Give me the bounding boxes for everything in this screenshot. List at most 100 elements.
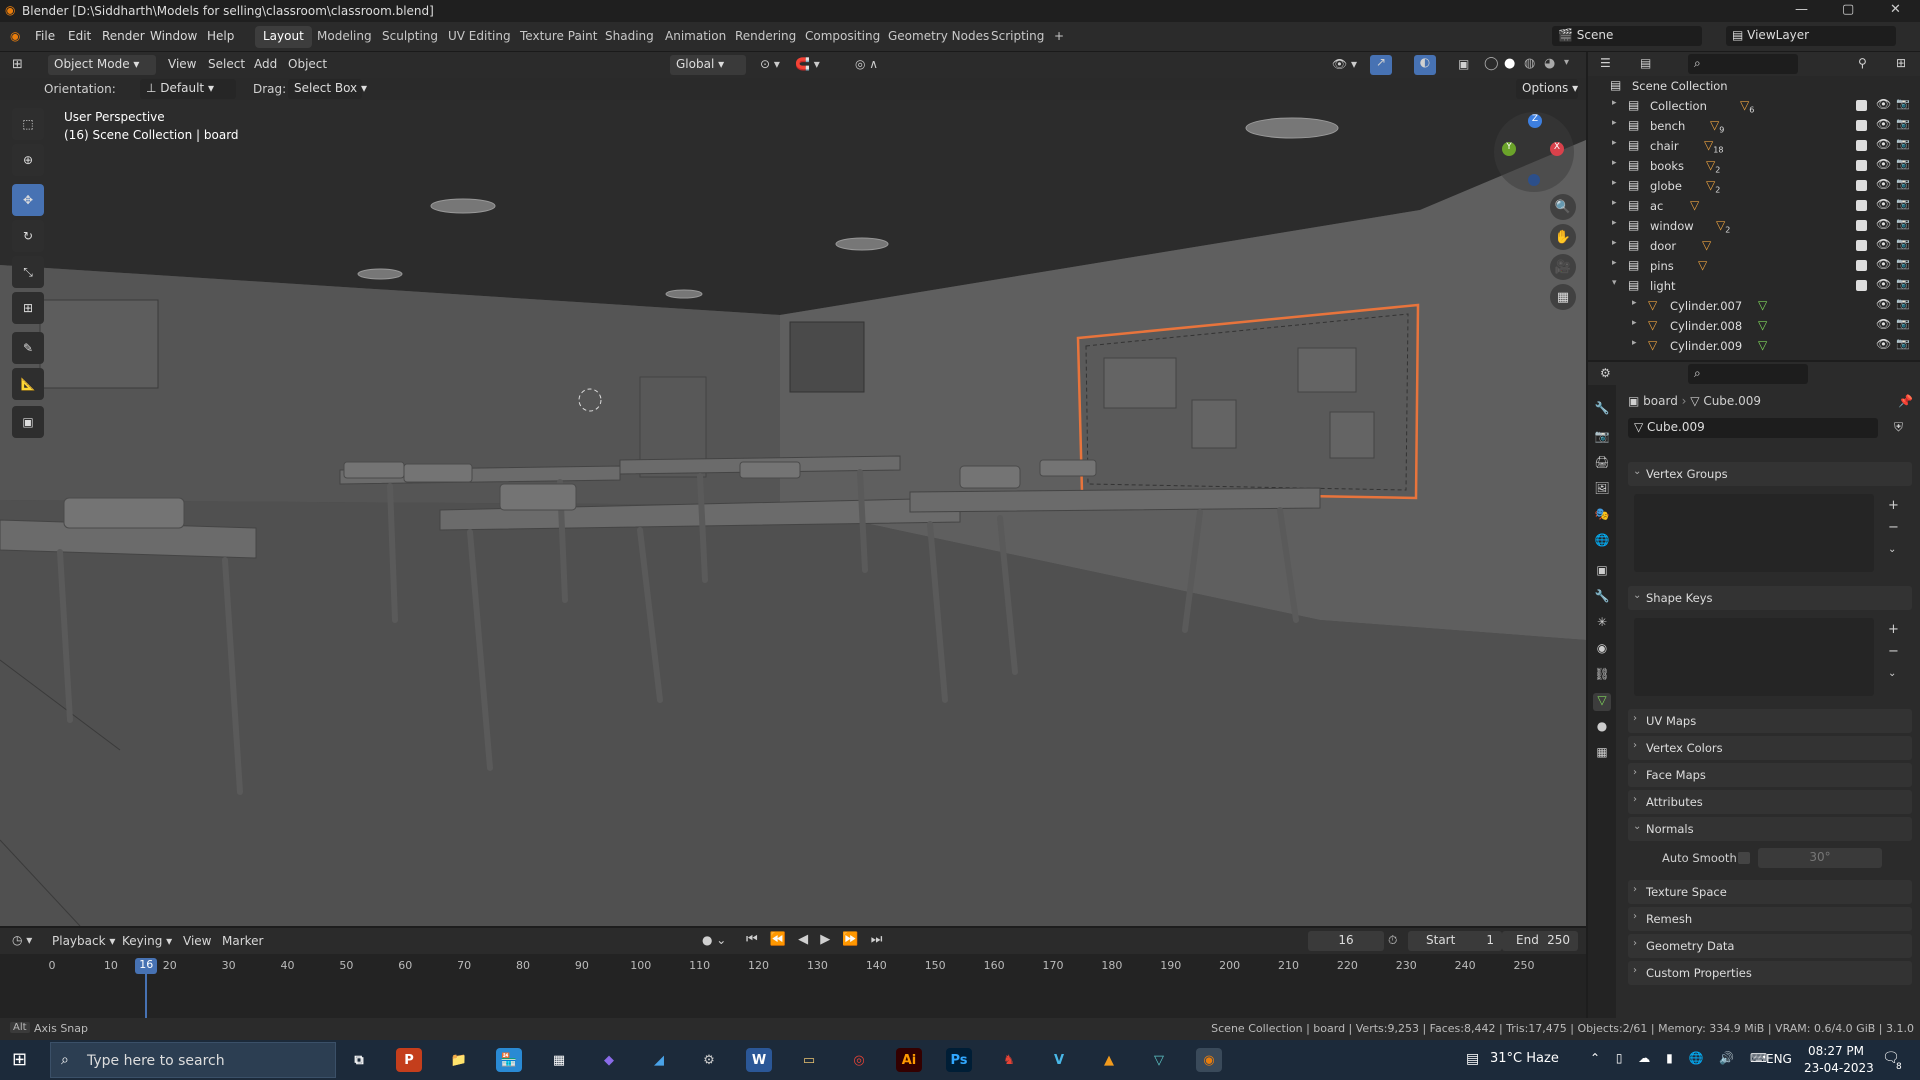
- clock-date[interactable]: 23-04-2023: [1804, 1061, 1874, 1075]
- panel-uv-maps[interactable]: › UV Maps: [1628, 709, 1912, 733]
- eye-icon[interactable]: 👁: [1876, 257, 1891, 271]
- eye-icon[interactable]: 👁: [1876, 337, 1891, 351]
- rendered-shading-icon[interactable]: ◕: [1544, 56, 1555, 71]
- calendar-icon[interactable]: ▦: [546, 1048, 572, 1072]
- close-button[interactable]: ✕: [1890, 2, 1901, 17]
- gizmo-y-axis[interactable]: Y: [1502, 142, 1516, 156]
- eye-icon[interactable]: 👁: [1876, 317, 1891, 331]
- file-explorer-icon[interactable]: 📁: [446, 1048, 472, 1072]
- taskbar-search-input[interactable]: ⌕ Type here to search: [50, 1042, 336, 1078]
- add-cube-tool-icon[interactable]: ▣: [12, 406, 44, 438]
- eye-icon[interactable]: 👁: [1876, 237, 1891, 251]
- constraints-tab-icon[interactable]: ⛓: [1593, 667, 1611, 685]
- exclude-checkbox[interactable]: [1856, 180, 1867, 191]
- panel-shape-keys[interactable]: ⌄ Shape Keys: [1628, 586, 1912, 610]
- clock-time[interactable]: 08:27 PM: [1808, 1044, 1864, 1058]
- tab-scripting[interactable]: Scripting: [983, 26, 1052, 48]
- outliner-row-globe[interactable]: ▸ ▤ globe ▽2 👁 📷: [1588, 176, 1920, 196]
- tab-sculpting[interactable]: Sculpting: [374, 26, 446, 48]
- exclude-checkbox[interactable]: [1856, 200, 1867, 211]
- properties-editor-icon[interactable]: ⚙: [1600, 366, 1611, 380]
- timeline-editor-icon[interactable]: ◷ ▾: [12, 933, 32, 947]
- outliner-row-collection[interactable]: ▸ ▤ Collection ▽6 👁 📷: [1588, 96, 1920, 116]
- fake-user-shield-icon[interactable]: ⛨: [1894, 420, 1903, 435]
- panel-geometry-data[interactable]: › Geometry Data: [1628, 934, 1912, 958]
- record-icon[interactable]: ● ⌄: [702, 933, 726, 947]
- app-icon[interactable]: ◢: [646, 1048, 672, 1072]
- panel-remesh[interactable]: › Remesh: [1628, 907, 1912, 931]
- shape-keys-list[interactable]: [1634, 618, 1874, 696]
- menu-playback[interactable]: Playback ▾: [52, 934, 115, 948]
- word-icon[interactable]: W: [746, 1048, 772, 1072]
- menu-view-timeline[interactable]: View: [183, 934, 211, 948]
- auto-smooth-angle-field[interactable]: 30°: [1758, 848, 1882, 868]
- chevron-right-icon[interactable]: ▸: [1612, 258, 1617, 268]
- tab-animation[interactable]: Animation: [657, 26, 734, 48]
- add-vertex-group-button[interactable]: +: [1888, 498, 1899, 513]
- playback-controls[interactable]: ⏮ ⏪ ◀ ▶ ⏩ ⏭: [746, 932, 886, 947]
- camera-icon[interactable]: 📷: [1896, 117, 1910, 130]
- eye-icon[interactable]: 👁: [1876, 137, 1891, 151]
- exclude-checkbox[interactable]: [1856, 140, 1867, 151]
- gizmo-x-axis[interactable]: X: [1550, 142, 1564, 156]
- texture-tab-icon[interactable]: ▦: [1593, 745, 1611, 763]
- store-icon[interactable]: 🏪: [496, 1048, 522, 1072]
- 3d-viewport[interactable]: User Perspective (16) Scene Collection |…: [0, 100, 1586, 926]
- add-shape-key-button[interactable]: +: [1888, 622, 1899, 637]
- panel-custom-properties[interactable]: › Custom Properties: [1628, 961, 1912, 985]
- camera-icon[interactable]: 📷: [1896, 97, 1910, 110]
- menu-help[interactable]: Help: [207, 29, 234, 43]
- eye-icon[interactable]: 👁: [1876, 297, 1891, 311]
- move-tool-icon[interactable]: ✥: [12, 184, 44, 216]
- shape-key-specials-icon[interactable]: ⌄: [1888, 668, 1896, 679]
- outliner-search-input[interactable]: ⌕: [1688, 54, 1798, 74]
- language-indicator[interactable]: ENG: [1766, 1052, 1792, 1066]
- powerpoint-icon[interactable]: P: [396, 1048, 422, 1072]
- auto-smooth-checkbox[interactable]: [1738, 852, 1750, 864]
- panel-normals[interactable]: ⌄ Normals: [1628, 817, 1912, 841]
- chevron-right-icon[interactable]: ▸: [1632, 298, 1637, 308]
- breadcrumb-object[interactable]: board: [1643, 394, 1678, 408]
- gizmo-z-axis[interactable]: Z: [1528, 114, 1542, 128]
- menu-add[interactable]: Add: [254, 57, 277, 71]
- menu-keying[interactable]: Keying ▾: [122, 934, 172, 948]
- chevron-right-icon[interactable]: ▸: [1632, 318, 1637, 328]
- tool-app-icon[interactable]: ⚙: [696, 1048, 722, 1072]
- overlay-toggle-icon[interactable]: ◐: [1414, 55, 1436, 75]
- vectary-icon[interactable]: ▽: [1146, 1048, 1172, 1072]
- zoom-icon[interactable]: 🔍: [1550, 194, 1576, 220]
- tool-tab-icon[interactable]: 🔧: [1593, 401, 1611, 419]
- select-box-tool-icon[interactable]: ⬚: [12, 108, 44, 140]
- vertex-groups-list[interactable]: [1634, 494, 1874, 572]
- folder-app-icon[interactable]: ▭: [796, 1048, 822, 1072]
- outliner-row-light[interactable]: ▾ ▤ light 👁 📷: [1588, 276, 1920, 296]
- chevron-right-icon[interactable]: ▸: [1612, 98, 1617, 108]
- vlc-icon[interactable]: ▲: [1096, 1048, 1122, 1072]
- menu-marker[interactable]: Marker: [222, 934, 263, 948]
- camera-icon[interactable]: 📷: [1896, 297, 1910, 310]
- panel-texture-space[interactable]: › Texture Space: [1628, 880, 1912, 904]
- camera-icon[interactable]: 📷: [1896, 257, 1910, 270]
- annotate-tool-icon[interactable]: ✎: [12, 332, 44, 364]
- vertex-group-specials-icon[interactable]: ⌄: [1888, 544, 1896, 555]
- outliner-row-bench[interactable]: ▸ ▤ bench ▽9 👁 📷: [1588, 116, 1920, 136]
- chevron-right-icon[interactable]: ▸: [1612, 118, 1617, 128]
- gizmo-toggle-icon[interactable]: ↗: [1370, 55, 1392, 75]
- outliner-row-child[interactable]: ▸ ▽ Cylinder.009 ▽ 👁 📷: [1588, 336, 1920, 356]
- cursor-tool-icon[interactable]: ⊕: [12, 144, 44, 176]
- scale-tool-icon[interactable]: ⤡: [12, 256, 44, 288]
- outliner-row-child[interactable]: ▸ ▽ Cylinder.007 ▽ 👁 📷: [1588, 296, 1920, 316]
- task-view-icon[interactable]: ⧉: [346, 1048, 372, 1072]
- windows-start-icon[interactable]: ⊞: [12, 1049, 27, 1070]
- pan-hand-icon[interactable]: ✋: [1550, 224, 1576, 250]
- tab-modeling[interactable]: Modeling: [309, 26, 380, 48]
- menu-object[interactable]: Object: [288, 57, 327, 71]
- outliner-row-pins[interactable]: ▸ ▤ pins ▽ 👁 📷: [1588, 256, 1920, 276]
- outliner-row-child[interactable]: ▸ ▽ Cylinder.008 ▽ 👁 📷: [1588, 316, 1920, 336]
- tab-texture-paint[interactable]: Texture Paint: [512, 26, 605, 48]
- eye-icon[interactable]: 👁: [1876, 277, 1891, 291]
- illustrator-icon[interactable]: Ai: [896, 1048, 922, 1072]
- chevron-right-icon[interactable]: ▸: [1612, 238, 1617, 248]
- outliner-row-chair[interactable]: ▸ ▤ chair ▽18 👁 📷: [1588, 136, 1920, 156]
- chevron-right-icon[interactable]: ▸: [1612, 158, 1617, 168]
